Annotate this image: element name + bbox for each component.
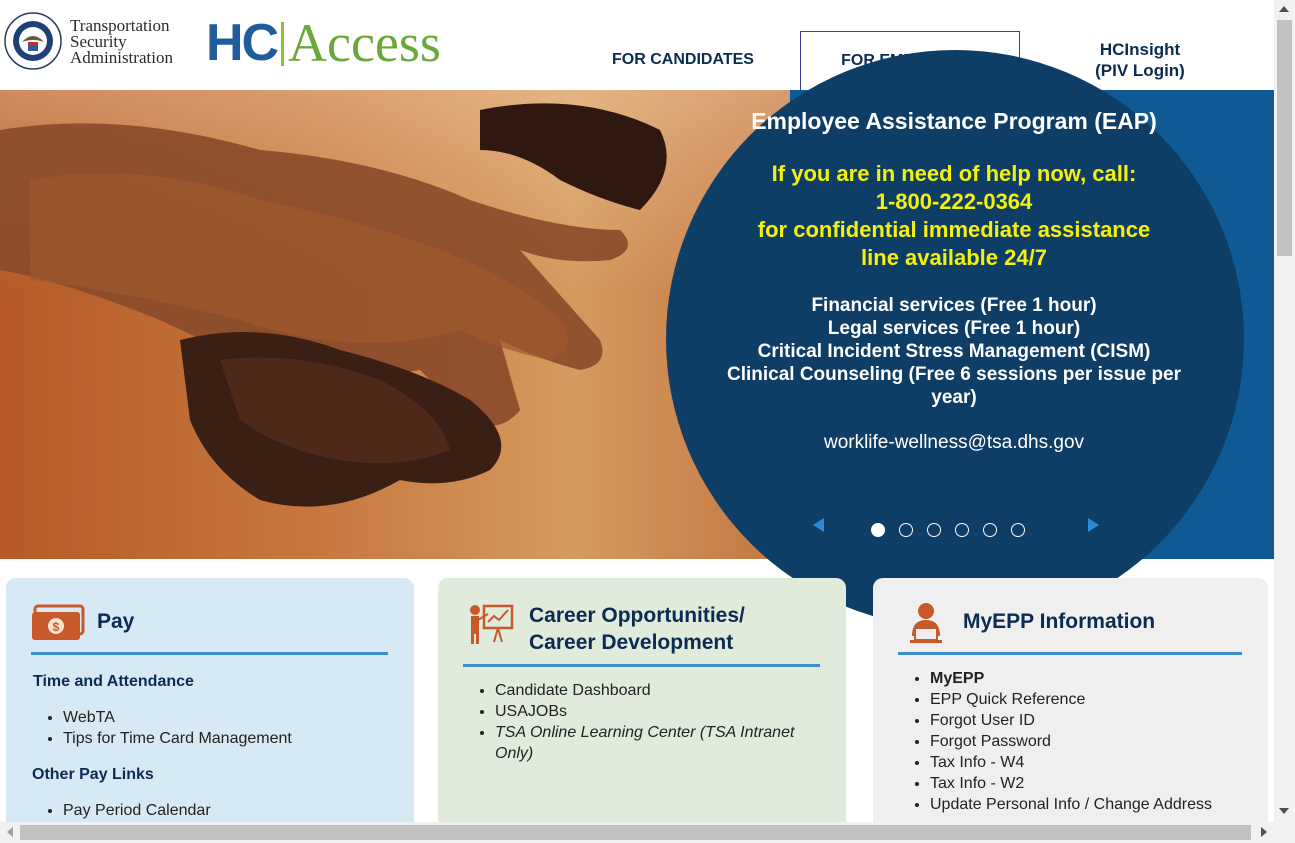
forgot-password-link[interactable]: Forgot Password [930,731,1212,752]
eap-service-item: Legal services (Free 1 hour) [827,318,1081,339]
forgot-user-id-link[interactable]: Forgot User ID [930,710,1212,731]
eap-phone-number: 1-800-222-0364 [875,189,1033,214]
vertical-scroll-thumb[interactable] [1277,20,1292,256]
tsa-online-learning-center-link[interactable]: TSA Online Learning Center (TSA Intranet… [495,722,825,764]
career-title-line: Career Development [529,631,734,654]
scroll-up-arrow-icon[interactable] [1279,6,1289,12]
carousel-indicators [871,523,1025,537]
eap-service-item: Financial services (Free 1 hour) [811,295,1097,316]
time-card-tips-link[interactable]: Tips for Time Card Management [63,728,292,749]
eap-email[interactable]: worklife-wellness@tsa.dhs.gov [700,432,1208,454]
agency-name-line: Administration [70,48,173,67]
svg-text:$: $ [53,620,60,634]
scroll-down-arrow-icon[interactable] [1279,808,1289,814]
carousel-dot[interactable] [899,523,913,537]
eap-service-item: Clinical Counseling (Free 6 sessions per… [726,364,1182,408]
carousel-dot[interactable] [927,523,941,537]
brand-hc[interactable]: HC [206,14,279,72]
presentation-icon [470,604,514,644]
tab-for-candidates[interactable]: FOR CANDIDATES [572,31,794,89]
myepp-card-divider [898,652,1242,655]
eap-help-message: If you are in need of help now, call: 1-… [700,160,1208,272]
career-card-divider [463,664,820,667]
myepp-links-list: MyEPP EPP Quick Reference Forgot User ID… [900,668,1212,815]
agency-name: Transportation Security Administration [70,17,173,67]
eap-help-line: If you are in need of help now, call: [771,161,1137,186]
brand-divider [281,22,284,66]
career-card-title: Career Opportunities/ Career Development [529,602,745,656]
time-attendance-list: WebTA Tips for Time Card Management [33,707,292,749]
epp-quick-reference-link[interactable]: EPP Quick Reference [930,689,1212,710]
dhs-seal-icon [4,12,62,70]
myepp-card: MyEPP Information MyEPP EPP Quick Refere… [873,578,1268,838]
candidate-dashboard-link[interactable]: Candidate Dashboard [495,680,825,701]
hcinsight-label: HCInsight [1099,40,1181,59]
update-personal-info-link[interactable]: Update Personal Info / Change Address [930,794,1212,815]
pay-period-calendar-link[interactable]: Pay Period Calendar [63,800,211,821]
horizontal-scroll-thumb[interactable] [20,825,1251,840]
piv-login-label: (PIV Login) [1095,61,1185,80]
tax-info-w2-link[interactable]: Tax Info - W2 [930,773,1212,794]
eap-service-item: Critical Incident Stress Management (CIS… [757,341,1151,362]
eap-title: Employee Assistance Program (EAP) [751,108,1157,134]
career-card: Career Opportunities/ Career Development… [438,578,846,838]
scroll-right-arrow-icon[interactable] [1261,827,1267,837]
eap-services-list: Financial services (Free 1 hour) Legal s… [716,294,1192,409]
brand-access[interactable]: Access [288,14,441,72]
webta-link[interactable]: WebTA [63,707,292,728]
user-at-laptop-icon [910,603,942,643]
carousel-dot[interactable] [871,523,885,537]
carousel-next-arrow-icon[interactable] [1088,518,1099,532]
usajobs-link[interactable]: USAJOBs [495,701,825,722]
pay-card-title: Pay [97,610,135,633]
carousel-dot[interactable] [983,523,997,537]
myepp-card-title: MyEPP Information [963,610,1156,633]
pay-card: $ Pay Time and Attendance WebTA Tips for… [6,578,414,838]
tax-info-w4-link[interactable]: Tax Info - W4 [930,752,1212,773]
scroll-left-arrow-icon[interactable] [7,827,13,837]
site-header: Transportation Security Administration H… [0,0,1274,90]
money-icon: $ [32,604,85,640]
carousel-dot[interactable] [1011,523,1025,537]
career-title-line: Career Opportunities/ [529,604,745,627]
time-attendance-heading: Time and Attendance [33,673,194,690]
eap-help-line: line available 24/7 [861,245,1047,270]
other-pay-links-heading: Other Pay Links [32,766,154,783]
eap-help-line: for confidential immediate assistance [757,217,1151,242]
carousel-dot[interactable] [955,523,969,537]
other-pay-links-list: Pay Period Calendar [33,800,211,821]
myepp-link[interactable]: MyEPP [930,668,1212,689]
carousel-prev-arrow-icon[interactable] [813,518,824,532]
pay-card-divider [31,652,388,655]
career-links-list: Candidate Dashboard USAJOBs TSA Online L… [465,680,825,764]
